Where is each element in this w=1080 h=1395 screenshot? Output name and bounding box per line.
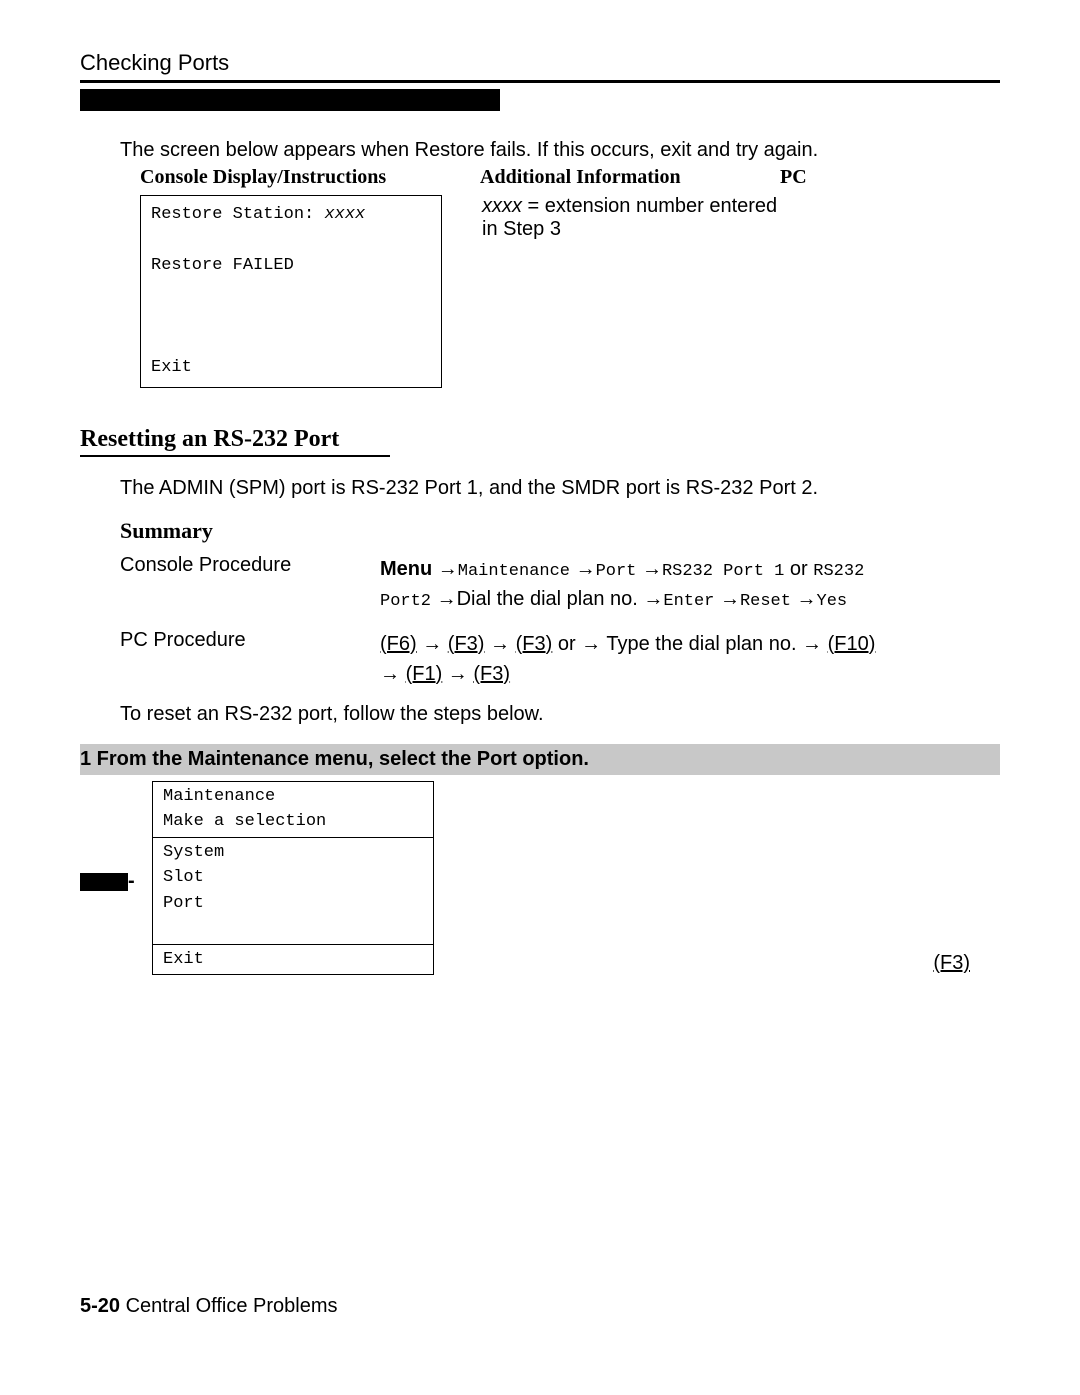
pointer-tab: [80, 873, 128, 891]
reset-text: To reset an RS-232 port, follow the step…: [120, 703, 1000, 726]
pointer: -: [80, 781, 152, 931]
pc-or: or →: [552, 633, 606, 655]
console-line1b: xxxx: [324, 205, 365, 224]
intro-text: The screen below appears when Restore fa…: [120, 139, 1000, 162]
header-display: Console Display/Instructions: [140, 166, 480, 189]
step1-row: - Maintenance Make a selection System Sl…: [80, 781, 1000, 976]
info-xxxx: xxxx: [482, 195, 522, 217]
enter: Enter: [663, 592, 714, 611]
section-title: Checking Ports: [80, 50, 1000, 76]
reset: Reset: [740, 592, 791, 611]
m3b: RS232: [813, 562, 864, 581]
m-exit: Exit: [163, 947, 423, 973]
console-line1a: Restore Station:: [151, 205, 324, 224]
arrow: →: [643, 588, 663, 610]
pc-procedure-label: PC Procedure: [120, 629, 380, 689]
arrow: →: [642, 558, 662, 580]
m-l4: Slot: [163, 865, 423, 891]
heading-underline: [80, 455, 390, 457]
m-l2: Make a selection: [163, 809, 423, 835]
column-headers: Console Display/Instructions Additional …: [140, 166, 1000, 189]
arrow: →: [797, 588, 817, 610]
arrow: →: [432, 558, 458, 580]
f3-key: (F3): [933, 952, 1000, 975]
console-box-restore: Restore Station: xxxx Restore FAILED Exi…: [140, 195, 442, 388]
or: or: [784, 558, 813, 580]
f3c: (F3): [473, 663, 510, 685]
additional-info: xxxx = extension number entered in Step …: [482, 195, 777, 241]
port2: Port2: [380, 592, 431, 611]
header-info: Additional Information: [480, 166, 780, 189]
pc-procedure-content: (F6) → (F3) → (F3) or → Type the dial pl…: [380, 629, 1000, 689]
console-display-row: Restore Station: xxxx Restore FAILED Exi…: [140, 195, 1000, 388]
page-number: 5-20: [80, 1295, 120, 1317]
m-l3: System: [163, 840, 423, 866]
dial: Dial the dial plan no.: [457, 588, 638, 610]
console-procedure-label: Console Procedure: [120, 554, 380, 615]
step1-title: 1 From the Maintenance menu, select the …: [80, 744, 1000, 775]
maintenance-box: Maintenance Make a selection System Slot…: [152, 781, 434, 976]
m2: Port: [596, 562, 637, 581]
info-rest: = extension number entered: [522, 195, 777, 217]
m3: RS232 Port 1: [662, 562, 784, 581]
rule: [80, 80, 1000, 83]
yes: Yes: [817, 592, 848, 611]
f6: (F6): [380, 633, 417, 655]
arrow: →: [576, 558, 596, 580]
info-line2: in Step 3: [482, 218, 777, 241]
console-procedure-content: Menu →Maintenance →Port →RS232 Port 1 or…: [380, 554, 1000, 615]
f1: (F1): [406, 663, 443, 685]
console-procedure-row: Console Procedure Menu →Maintenance →Por…: [120, 554, 1000, 615]
type: Type the dial plan no.: [606, 633, 796, 655]
f3b: (F3): [516, 633, 553, 655]
footer: 5-20 Central Office Problems: [80, 1295, 1000, 1318]
pointer-dash: -: [128, 873, 135, 891]
f10: (F10): [828, 633, 876, 655]
admin-text: The ADMIN (SPM) port is RS-232 Port 1, a…: [120, 477, 1000, 500]
header-pc: PC: [780, 166, 860, 189]
pc-procedure-row: PC Procedure (F6) → (F3) → (F3) or → Typ…: [120, 629, 1000, 689]
black-bar: [80, 89, 500, 111]
arrow: →: [437, 588, 457, 610]
m-l5: Port: [163, 891, 423, 917]
resetting-heading: Resetting an RS-232 Port: [80, 426, 1000, 453]
footer-text: Central Office Problems: [120, 1295, 338, 1317]
console-exit: Exit: [151, 358, 192, 377]
m-l1: Maintenance: [163, 784, 423, 810]
summary-heading: Summary: [120, 518, 1000, 544]
console-line2: Restore FAILED: [151, 256, 294, 275]
arrow: →: [720, 588, 740, 610]
m1: Maintenance: [458, 562, 570, 581]
f3a: (F3): [448, 633, 485, 655]
menu-bold: Menu: [380, 558, 432, 580]
